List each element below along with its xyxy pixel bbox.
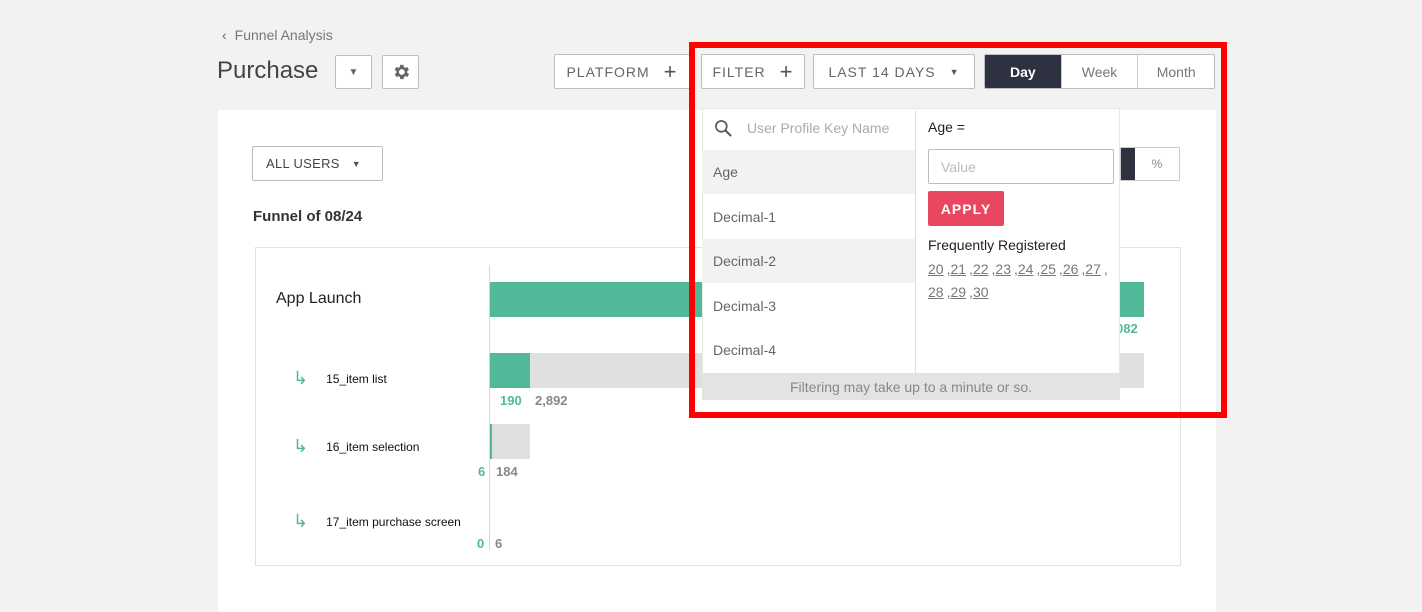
platform-label: PLATFORM [566,63,650,80]
funnel-step-bar-total[interactable] [490,424,530,459]
breadcrumb[interactable]: ‹ Funnel Analysis [222,27,333,43]
settings-button[interactable] [382,55,419,89]
arrow-down-right-icon: ↳ [293,368,309,388]
arrow-down-right-icon: ↳ [293,436,309,456]
funnel-step-label: 16_item selection [326,439,420,454]
funnel-substep: ↳ 17_item purchase screen [293,511,461,532]
user-segment-dropdown[interactable]: ALL USERS ▼ [252,146,383,181]
funnel-step-label: 15_item list [326,371,387,386]
plus-icon: + [663,58,678,84]
gear-icon [394,64,409,80]
funnel-total-value: 2,892 [535,393,568,408]
funnel-step-bar-converted[interactable] [490,353,530,388]
funnel-substep: ↳ 16_item selection [293,436,419,457]
funnel-converted-value: 0 [477,536,485,551]
funnel-substep: ↳ 15_item list [293,368,387,389]
funnel-title: Funnel of 08/24 [253,208,363,225]
highlight-box [689,42,1227,418]
title-dropdown-button[interactable]: ▼ [335,55,372,89]
funnel-total-value: 6 [495,536,503,551]
funnel-step-label: 17_item purchase screen [326,514,461,529]
breadcrumb-label: Funnel Analysis [234,27,333,43]
platform-button[interactable]: PLATFORM + [554,54,690,89]
funnel-converted-value: 190 [500,393,522,408]
funnel-converted-value: 6 [478,464,486,479]
funnel-step-label: App Launch [276,290,362,307]
funnel-step-bar-converted[interactable] [490,424,492,459]
chevron-left-icon: ‹ [222,27,227,43]
page-title: Purchase [217,57,319,84]
caret-down-icon: ▼ [351,158,361,169]
caret-down-icon: ▼ [348,66,359,78]
arrow-down-right-icon: ↳ [293,511,309,531]
funnel-total-value: 184 [496,464,518,479]
user-segment-label: ALL USERS [266,156,340,171]
